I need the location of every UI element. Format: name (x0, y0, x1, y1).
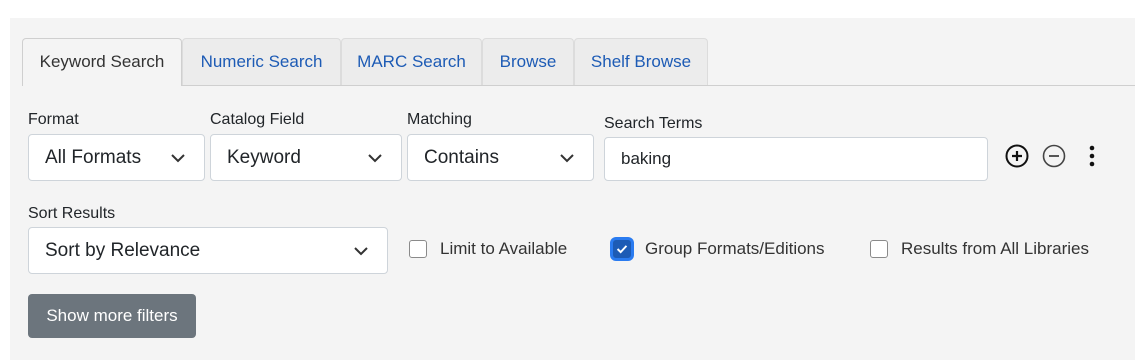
chevron-down-icon (354, 246, 368, 255)
limit-to-available-checkbox[interactable] (409, 240, 427, 258)
format-label: Format (28, 111, 79, 128)
matching-select-value: Contains (424, 146, 499, 168)
sort-results-label: Sort Results (28, 205, 116, 222)
group-formats-label[interactable]: Group Formats/Editions (645, 239, 825, 259)
chevron-down-icon (368, 153, 382, 162)
format-select-value: All Formats (45, 146, 142, 168)
tab-marc-search[interactable]: MARC Search (341, 38, 482, 85)
chevron-down-icon (171, 153, 185, 162)
search-tabs: Keyword Search Numeric Search MARC Searc… (22, 38, 708, 85)
catalog-field-select[interactable]: Keyword (210, 134, 402, 181)
sort-results-select[interactable]: Sort by Relevance (28, 227, 388, 274)
search-terms-value: baking (621, 149, 672, 168)
limit-to-available-label[interactable]: Limit to Available (440, 239, 567, 259)
all-libraries-checkbox[interactable] (870, 240, 888, 258)
plus-circle-icon[interactable] (1004, 143, 1030, 169)
matching-select[interactable]: Contains (407, 134, 594, 181)
checkmark-icon (616, 245, 628, 254)
format-select[interactable]: All Formats (28, 134, 205, 181)
sort-results-value: Sort by Relevance (45, 239, 201, 261)
vertical-ellipsis-icon[interactable] (1079, 143, 1105, 169)
tab-shelf-browse[interactable]: Shelf Browse (574, 38, 708, 85)
group-formats-checkbox[interactable] (613, 240, 631, 258)
all-libraries-label[interactable]: Results from All Libraries (901, 239, 1089, 259)
tab-keyword-search[interactable]: Keyword Search (22, 38, 182, 85)
chevron-down-icon (560, 153, 574, 162)
matching-label: Matching (407, 111, 472, 128)
tab-browse[interactable]: Browse (482, 38, 574, 85)
catalog-field-label: Catalog Field (210, 111, 305, 128)
catalog-field-select-value: Keyword (227, 146, 301, 168)
tab-divider (22, 85, 1135, 86)
show-more-filters-button[interactable]: Show more filters (28, 294, 196, 338)
search-terms-label: Search Terms (604, 115, 703, 132)
tab-numeric-search[interactable]: Numeric Search (182, 38, 341, 85)
minus-circle-icon[interactable] (1041, 143, 1067, 169)
search-panel: Keyword Search Numeric Search MARC Searc… (10, 18, 1135, 360)
search-terms-input[interactable]: baking (604, 137, 988, 181)
